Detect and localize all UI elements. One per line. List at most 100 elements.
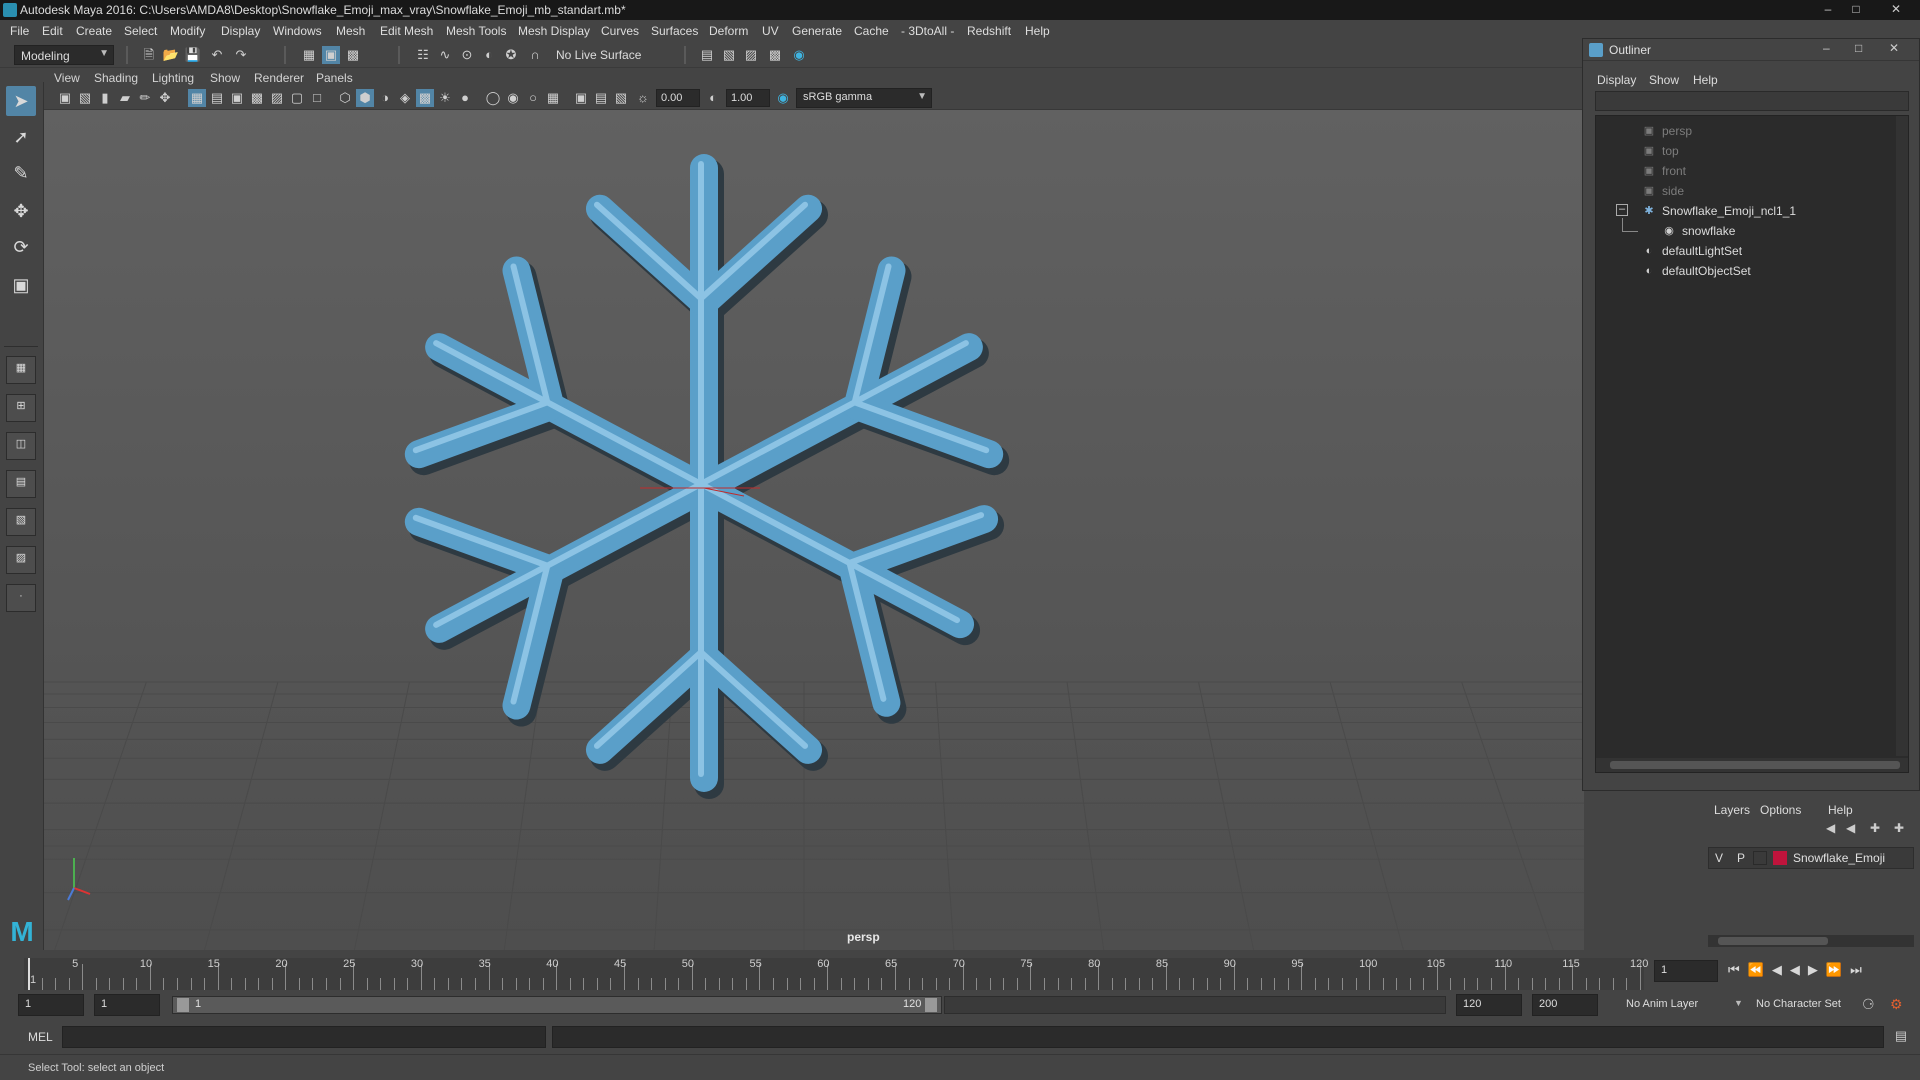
render-view-icon[interactable]: ▩	[766, 46, 784, 64]
animation-end-field[interactable]: 200	[1532, 994, 1598, 1016]
hypershade-icon[interactable]: ◉	[790, 46, 808, 64]
exposure-field[interactable]: 0.00	[656, 89, 700, 107]
character-set-dropdown[interactable]: No Character Set	[1744, 994, 1862, 1016]
smooth-shade-icon[interactable]: ⬢	[356, 89, 374, 107]
close-button[interactable]: ✕	[1876, 0, 1916, 18]
xray-icon[interactable]: ▣	[572, 89, 590, 107]
viewport-menu-show[interactable]: Show	[210, 71, 240, 85]
grease-pencil-icon[interactable]: ✏	[136, 89, 154, 107]
menu-help[interactable]: Help	[1025, 24, 1050, 38]
outliner-menu-help[interactable]: Help	[1693, 73, 1718, 87]
new-layer-selected-icon[interactable]: ✚	[1894, 821, 1904, 835]
layer-playback-toggle[interactable]: P	[1737, 851, 1745, 865]
viewport-menu-lighting[interactable]: Lighting	[152, 71, 194, 85]
layer-row[interactable]: V P Snowflake_Emoji	[1708, 847, 1914, 869]
select-by-hierarchy-icon[interactable]: ▦	[300, 46, 318, 64]
undo-icon[interactable]: ↶	[208, 46, 226, 64]
viewport-menu-renderer[interactable]: Renderer	[254, 71, 304, 85]
persp-outliner-layout-icon[interactable]: ◫	[6, 432, 36, 460]
script-editor-icon[interactable]: ▤	[1892, 1028, 1910, 1046]
outliner-minimize-button[interactable]: –	[1823, 41, 1830, 55]
go-to-start-icon[interactable]: ⏮	[1728, 962, 1748, 977]
collapse-toggle-icon[interactable]: –	[1616, 204, 1628, 216]
snap-curve-icon[interactable]: ∿	[436, 46, 454, 64]
playback-end-field[interactable]: 120	[1456, 994, 1522, 1016]
lasso-tool-icon[interactable]: ➚	[6, 122, 36, 152]
menu-3dtoall[interactable]: - 3DtoAll -	[901, 24, 954, 38]
menu-surfaces[interactable]: Surfaces	[651, 24, 698, 38]
menu-set-dropdown[interactable]: Modeling ▼	[14, 45, 114, 65]
color-management-icon[interactable]: ◉	[774, 89, 792, 107]
layers-menu-layers[interactable]: Layers	[1714, 803, 1750, 817]
motion-blur-icon[interactable]: ◯	[484, 89, 502, 107]
step-forward-key-icon[interactable]: ⏩	[1826, 962, 1850, 977]
viewport-menu-view[interactable]: View	[54, 71, 80, 85]
layer-color-swatch[interactable]	[1773, 851, 1787, 865]
paint-select-tool-icon[interactable]: ✎	[6, 158, 36, 188]
new-layer-icon[interactable]: ✚	[1870, 821, 1880, 835]
outliner-close-button[interactable]: ✕	[1889, 41, 1899, 55]
menu-uv[interactable]: UV	[762, 24, 779, 38]
film-gate-icon[interactable]: ▤	[208, 89, 226, 107]
gamma-field[interactable]: 1.00	[726, 89, 770, 107]
menu-redshift[interactable]: Redshift	[967, 24, 1011, 38]
four-view-layout-icon[interactable]: ⊞	[6, 394, 36, 422]
range-bar[interactable]: 1 120	[172, 996, 942, 1014]
ambient-occlusion-icon[interactable]: ●	[456, 89, 474, 107]
layer-visibility-toggle[interactable]: V	[1715, 851, 1723, 865]
go-to-end-icon[interactable]: ⏭	[1850, 962, 1870, 977]
3d-scene[interactable]: persp	[44, 110, 1584, 952]
menu-cache[interactable]: Cache	[854, 24, 889, 38]
scrollbar-thumb[interactable]	[1718, 937, 1828, 945]
use-all-lights-icon[interactable]: ▩	[416, 89, 434, 107]
field-chart-icon[interactable]: ▨	[268, 89, 286, 107]
menu-file[interactable]: File	[10, 24, 29, 38]
camera-icon[interactable]: ▣	[56, 89, 74, 107]
outliner-search-input[interactable]	[1595, 91, 1909, 111]
menu-mesh[interactable]: Mesh	[336, 24, 365, 38]
menu-mesh-tools[interactable]: Mesh Tools	[446, 24, 506, 38]
layer-move-down-icon[interactable]: ◀	[1846, 821, 1855, 835]
play-forward-icon[interactable]: ▶	[1808, 962, 1826, 977]
xray-joints-icon[interactable]: ▤	[592, 89, 610, 107]
redo-icon[interactable]: ↷	[232, 46, 250, 64]
gamma-icon[interactable]: ◐	[704, 89, 722, 107]
shadows-icon[interactable]: ☀	[436, 89, 454, 107]
minimize-button[interactable]: –	[1816, 0, 1840, 18]
color-space-dropdown[interactable]: sRGB gamma ▼	[796, 88, 932, 108]
bookmark-icon[interactable]: ▮	[96, 89, 114, 107]
menu-select[interactable]: Select	[124, 24, 157, 38]
live-surface-label[interactable]: No Live Surface	[556, 48, 641, 62]
range-bar-track[interactable]	[944, 996, 1446, 1014]
time-ruler[interactable]: 1 5 10 15 20 25 30 35 40 45 50 55 60 65 70 75 80 85 90 95 10…	[24, 958, 1648, 990]
layers-scrollbar[interactable]	[1708, 935, 1914, 947]
depth-of-field-icon[interactable]: ○	[524, 89, 542, 107]
scale-tool-icon[interactable]: ▣	[6, 270, 36, 300]
save-scene-icon[interactable]: 💾	[184, 46, 202, 64]
play-backward-icon[interactable]: ◀	[1790, 962, 1808, 977]
move-tool-icon[interactable]: ✥	[6, 196, 36, 226]
ipr-render-icon[interactable]: ▨	[742, 46, 760, 64]
chevron-down-icon[interactable]: ▼	[1734, 998, 1743, 1008]
viewport-menu-panels[interactable]: Panels	[316, 71, 353, 85]
wireframe-on-shaded-icon[interactable]: ◑	[376, 89, 394, 107]
grid-toggle-icon[interactable]: ▦	[188, 89, 206, 107]
outliner-menu-show[interactable]: Show	[1649, 73, 1679, 87]
menu-curves[interactable]: Curves	[601, 24, 639, 38]
layers-menu-help[interactable]: Help	[1828, 803, 1853, 817]
outliner-menu-display[interactable]: Display	[1597, 73, 1636, 87]
auto-key-icon[interactable]: ⚆	[1862, 996, 1875, 1013]
open-scene-icon[interactable]: 📂	[162, 46, 180, 64]
snap-live-icon[interactable]: ✪	[502, 46, 520, 64]
animation-start-field[interactable]: 1	[18, 994, 84, 1016]
layers-menu-options[interactable]: Options	[1760, 803, 1801, 817]
menu-create[interactable]: Create	[76, 24, 112, 38]
select-by-component-icon[interactable]: ▩	[344, 46, 362, 64]
custom-layout-icon[interactable]: ▨	[6, 546, 36, 574]
menu-edit-mesh[interactable]: Edit Mesh	[380, 24, 433, 38]
safe-title-icon[interactable]: □	[308, 89, 326, 107]
menu-display[interactable]: Display	[221, 24, 260, 38]
image-plane-icon[interactable]: ▰	[116, 89, 134, 107]
snap-point-icon[interactable]: ⊙	[458, 46, 476, 64]
single-perspective-layout-icon[interactable]: ▦	[6, 356, 36, 384]
